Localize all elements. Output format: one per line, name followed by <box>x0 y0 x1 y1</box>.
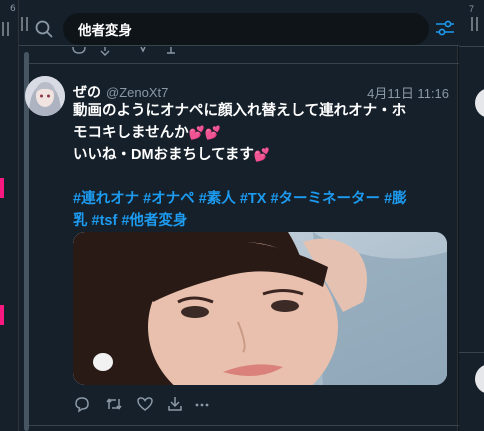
hashtag-link[interactable]: #オナペ <box>143 191 195 207</box>
hashtag-link[interactable]: #素人 <box>199 191 236 207</box>
hashtag-link[interactable]: #TX <box>240 191 267 207</box>
tweet-actions <box>73 395 273 415</box>
previous-column-edge: 6 <box>0 0 18 431</box>
share-icon[interactable] <box>166 395 184 413</box>
hashtag-link[interactable]: #ターミネーター <box>270 191 380 207</box>
heart-emoji-icon: 💕 <box>253 147 271 162</box>
previous-tweet-actions <box>71 46 191 58</box>
hashtag-link[interactable]: 乳 <box>73 213 88 229</box>
avatar[interactable] <box>25 76 65 116</box>
divider <box>459 46 484 47</box>
heart-emoji-icon: 💕 <box>188 125 205 140</box>
user-handle[interactable]: @ZenoXt7 <box>106 85 168 100</box>
avatar[interactable] <box>475 88 484 118</box>
tweet-text-line: モコキしませんか <box>73 125 189 141</box>
like-icon[interactable] <box>136 395 154 413</box>
search-input[interactable] <box>63 13 429 45</box>
hashtag-link[interactable]: #連れオナ <box>73 191 139 207</box>
retweet-icon[interactable] <box>105 395 123 413</box>
hashtag-link[interactable]: #tsf <box>92 213 118 229</box>
tweet-text: 動画のようにオナペに顔入れ替えして連れオナ・ホ モコキしませんか💕💕 いいね・D… <box>73 100 453 232</box>
unread-marker <box>0 305 4 325</box>
drag-handle-icon[interactable] <box>21 17 29 31</box>
reply-icon[interactable] <box>73 395 91 413</box>
avatar[interactable] <box>475 364 484 394</box>
column-number: 6 <box>10 4 16 14</box>
divider <box>459 352 484 353</box>
next-column-edge: 7 <box>459 0 484 431</box>
tweet-author-row: ぜの @ZenoXt7 4月11日 11:16 <box>73 82 449 101</box>
hashtag-link[interactable]: #膨 <box>384 191 407 207</box>
tweet-media-image[interactable] <box>73 232 447 385</box>
search-box[interactable] <box>63 13 429 45</box>
heart-emoji-icon: 💕 <box>204 125 221 140</box>
tweet-text-line: いいね・DMおまちしてます <box>73 147 254 163</box>
filter-icon[interactable] <box>435 19 455 42</box>
more-icon[interactable] <box>193 395 211 413</box>
search-column: 7 ぜの@ZenoXt7 4月11日 11:16 動画のようにオナペに顔入れ替え… <box>18 0 459 431</box>
divider <box>29 425 459 426</box>
drag-handle-icon[interactable] <box>2 22 12 36</box>
scrollbar[interactable] <box>24 52 29 431</box>
drag-handle-icon[interactable] <box>471 17 481 31</box>
divider <box>29 63 459 64</box>
column-number: 7 <box>469 4 475 14</box>
column-header <box>19 0 459 46</box>
hashtag-link[interactable]: #他者変身 <box>121 213 187 229</box>
search-icon[interactable] <box>35 20 53 43</box>
display-name[interactable]: ぜの <box>73 84 101 100</box>
tweet-text-line: 動画のようにオナペに顔入れ替えして連れオナ・ホ <box>73 103 407 119</box>
unread-marker <box>0 178 4 198</box>
